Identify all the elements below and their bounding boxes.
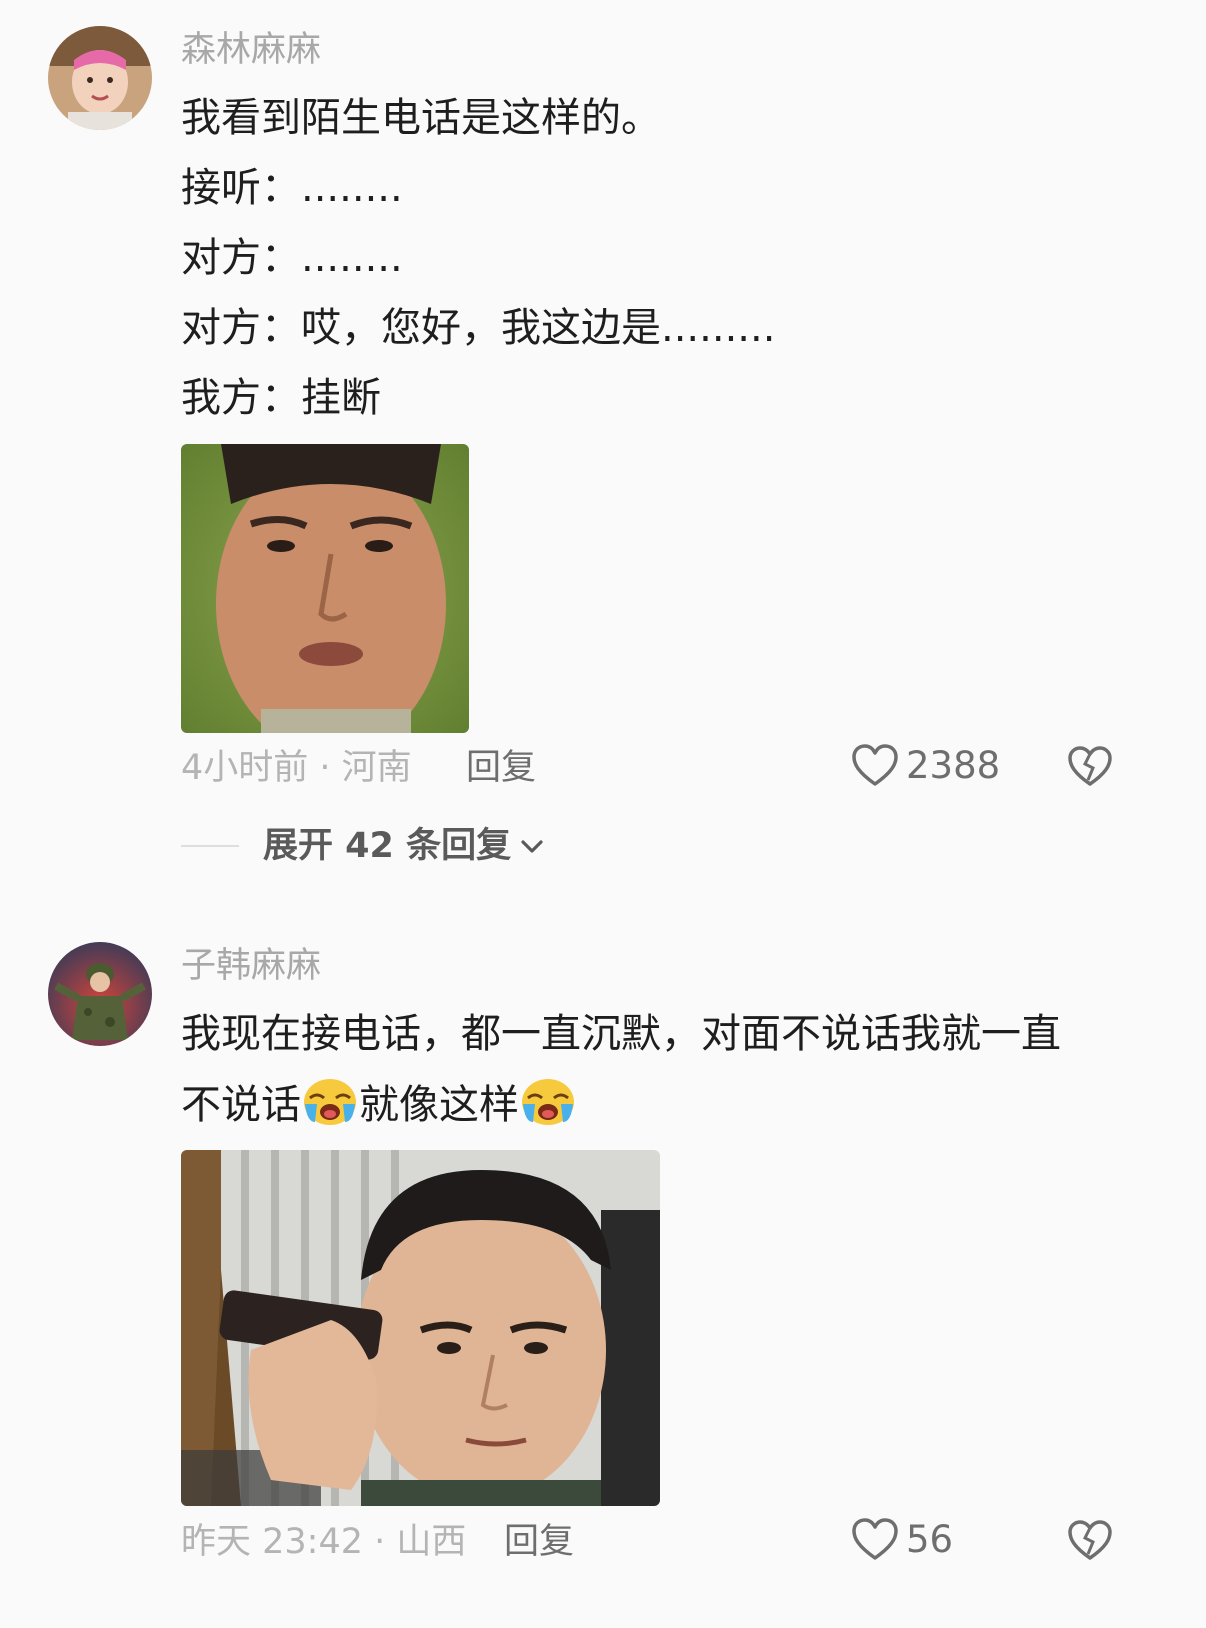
- expand-replies-label: 展开 42 条回复: [263, 826, 512, 866]
- like-button[interactable]: 56: [852, 1518, 953, 1562]
- comment-text-segment: 不说话: [181, 1082, 301, 1128]
- comment-text-line: 我看到陌生电话是这样的。: [181, 95, 661, 141]
- meme-image[interactable]: [181, 1150, 660, 1506]
- dislike-button[interactable]: [1068, 746, 1112, 792]
- broken-heart-icon: [1068, 746, 1112, 786]
- like-count: 2388: [906, 744, 1001, 787]
- comment-text-line: 对方：哎，您好，我这边是.........: [181, 305, 776, 351]
- meme-image[interactable]: [181, 444, 469, 733]
- like-button[interactable]: 2388: [852, 744, 1000, 788]
- dislike-button[interactable]: [1068, 1520, 1112, 1566]
- expand-replies-button[interactable]: 展开 42 条回复: [181, 824, 545, 868]
- face-image: [181, 444, 469, 733]
- username[interactable]: 森林麻麻: [181, 28, 321, 72]
- avatar[interactable]: [48, 26, 152, 130]
- comment-time-location: 4小时前 · 河南: [181, 748, 412, 788]
- heart-icon: [852, 1518, 898, 1560]
- heart-icon: [852, 744, 898, 786]
- like-count: 56: [906, 1518, 954, 1561]
- comment-time-location: 昨天 23:42 · 山西: [181, 1522, 467, 1562]
- reply-button[interactable]: 回复: [504, 1520, 574, 1564]
- comment-text-line: 对方：........: [181, 235, 403, 281]
- reply-button[interactable]: 回复: [466, 746, 536, 790]
- username[interactable]: 子韩麻麻: [181, 944, 321, 988]
- avatar-image: [48, 942, 152, 1046]
- man-on-phone-image: [181, 1150, 660, 1506]
- avatar-image: [48, 26, 152, 130]
- comment-text-line: 我方：挂断: [181, 375, 381, 421]
- comment-text-line: 我现在接电话，都一直沉默，对面不说话我就一直: [181, 1011, 1061, 1057]
- comment-text-line: 不说话 就像这样: [181, 1076, 577, 1133]
- chevron-down-icon: [521, 840, 543, 853]
- loudly-crying-face-icon: [522, 1079, 574, 1125]
- comment-text-segment: 就像这样: [359, 1082, 519, 1128]
- loudly-crying-face-icon: [304, 1079, 356, 1125]
- broken-heart-icon: [1068, 1520, 1112, 1560]
- divider-line: [181, 845, 239, 847]
- avatar[interactable]: [48, 942, 152, 1046]
- comment-text-line: 接听：........: [181, 165, 403, 211]
